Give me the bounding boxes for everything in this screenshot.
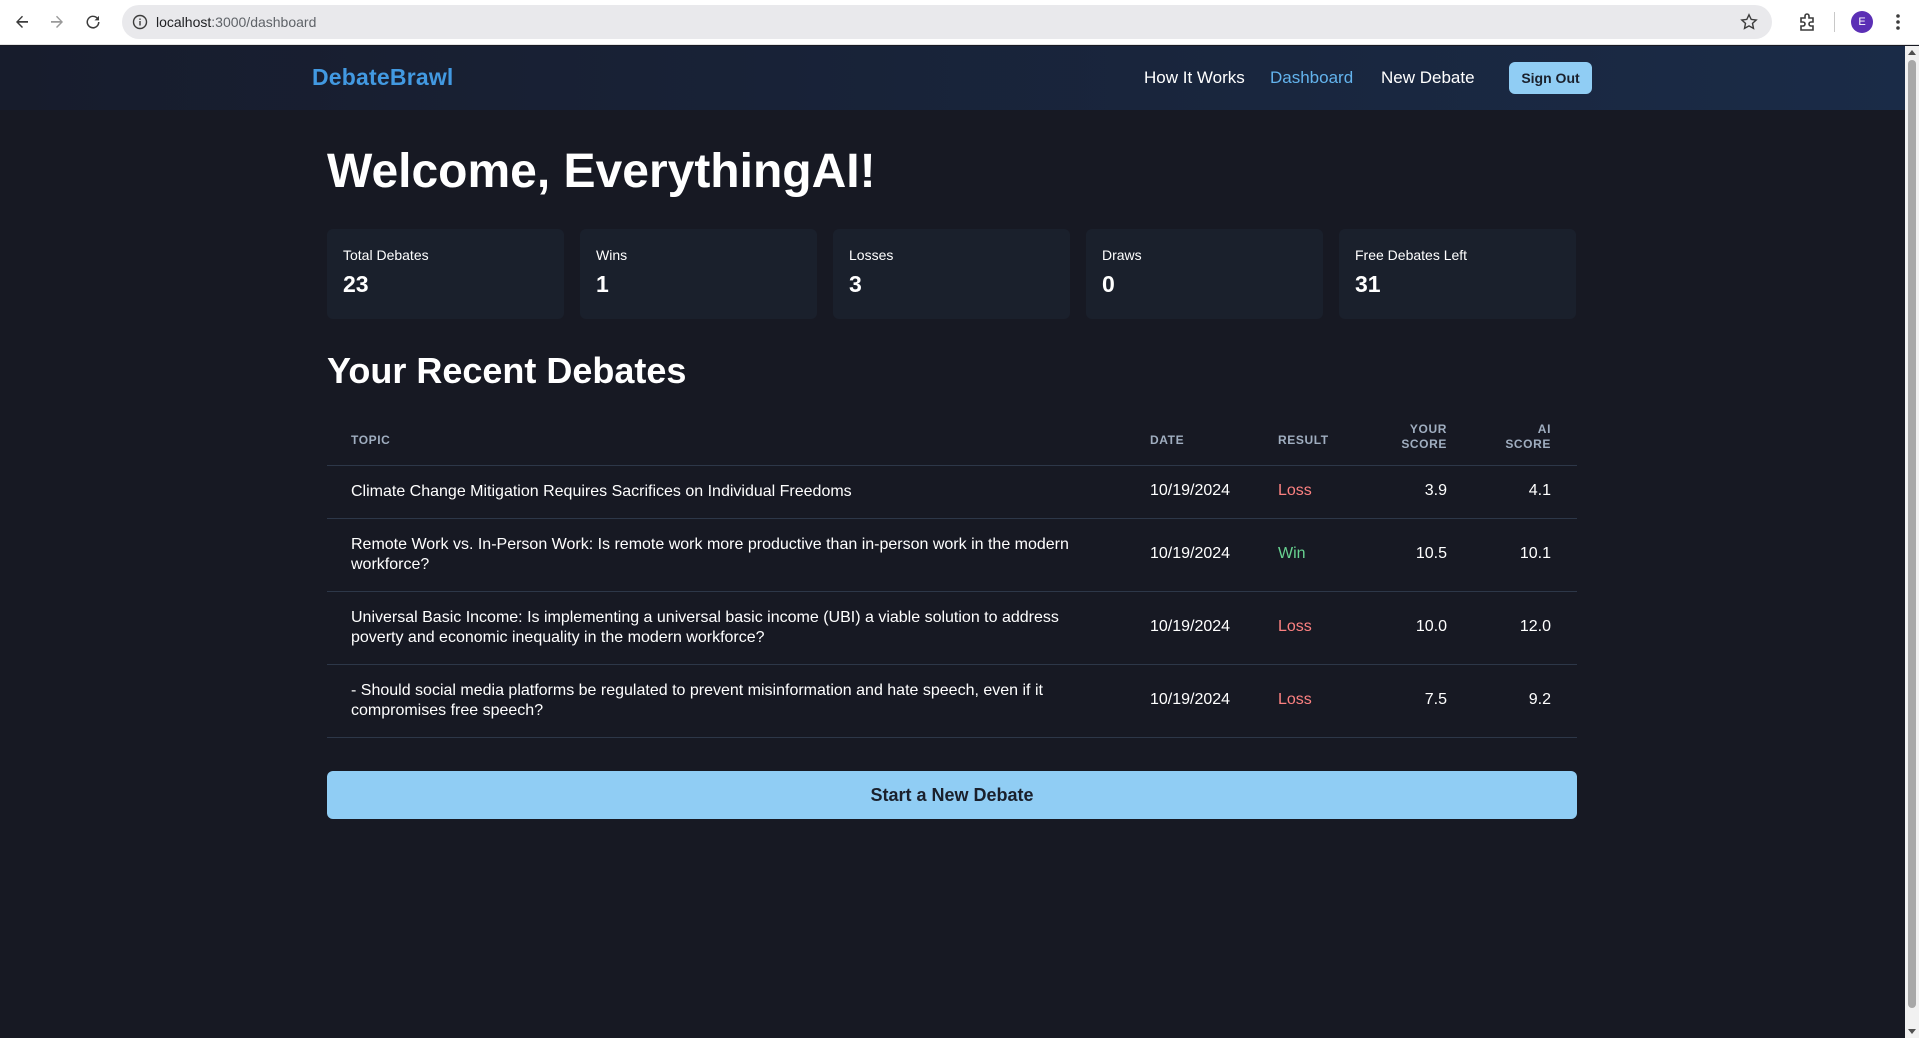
row-result: Loss <box>1278 482 1312 499</box>
header-your-score: Your Score <box>1387 422 1447 452</box>
row-result: Loss <box>1278 691 1312 708</box>
row-date: 10/19/2024 <box>1150 545 1231 562</box>
stat-card-wins: Wins 1 <box>580 229 817 319</box>
table-row[interactable]: - Should social media platforms be regul… <box>327 665 1577 738</box>
nav-dashboard[interactable]: Dashboard <box>1270 68 1353 88</box>
recent-debates-table: Topic Date Result Your Score AI Score Cl… <box>327 414 1577 738</box>
row-ai-score: 12.0 <box>1519 618 1551 635</box>
url-text: localhost:3000/dashboard <box>156 14 316 30</box>
back-arrow-icon[interactable] <box>10 10 34 34</box>
more-menu-icon[interactable] <box>1890 11 1906 33</box>
nav-how-it-works[interactable]: How It Works <box>1144 68 1245 88</box>
stat-card-total-debates: Total Debates 23 <box>327 229 564 319</box>
row-date: 10/19/2024 <box>1150 618 1231 635</box>
scroll-thumb[interactable] <box>1908 60 1916 1008</box>
table-row[interactable]: Remote Work vs. In-Person Work: Is remot… <box>327 519 1577 592</box>
row-ai-score: 9.2 <box>1528 691 1551 708</box>
stat-label: Draws <box>1102 247 1142 263</box>
header-ai-score-line2: Score <box>1505 437 1551 451</box>
header-your-score-line2: Score <box>1401 437 1447 451</box>
browser-toolbar: localhost:3000/dashboard E <box>0 0 1919 45</box>
app-header: DebateBrawl How It Works Dashboard New D… <box>0 46 1905 110</box>
header-ai-score-line1: AI <box>1537 422 1551 436</box>
header-date: Date <box>1150 433 1185 447</box>
header-result: Result <box>1278 433 1329 447</box>
stat-value: 1 <box>596 271 609 297</box>
url-host: localhost <box>156 14 212 30</box>
table-row[interactable]: Climate Change Mitigation Requires Sacri… <box>327 466 1577 519</box>
row-your-score: 10.0 <box>1415 618 1447 635</box>
stat-card-losses: Losses 3 <box>833 229 1070 319</box>
stat-label: Losses <box>849 247 894 263</box>
row-result: Win <box>1278 545 1306 562</box>
recent-debates-title: Your Recent Debates <box>327 350 687 391</box>
toolbar-divider <box>1834 12 1835 32</box>
stat-value: 3 <box>849 271 862 297</box>
stat-label: Wins <box>596 247 628 263</box>
stat-label: Total Debates <box>343 247 429 263</box>
row-date: 10/19/2024 <box>1150 691 1231 708</box>
stat-value: 31 <box>1355 271 1381 297</box>
stat-card-draws: Draws 0 <box>1086 229 1323 319</box>
stat-value: 23 <box>343 271 369 297</box>
page-scrollbar[interactable] <box>1905 46 1919 1038</box>
stat-label: Free Debates Left <box>1355 247 1468 263</box>
site-info-icon[interactable] <box>132 14 148 30</box>
row-your-score: 3.9 <box>1424 482 1447 499</box>
header-topic: Topic <box>351 433 391 447</box>
row-date: 10/19/2024 <box>1150 482 1231 499</box>
brand-logo[interactable]: DebateBrawl <box>312 64 454 91</box>
scroll-down-arrow-icon[interactable] <box>1908 1029 1916 1034</box>
row-ai-score: 4.1 <box>1528 482 1551 499</box>
forward-arrow-icon[interactable] <box>45 10 69 34</box>
address-bar[interactable]: localhost:3000/dashboard <box>122 5 1772 39</box>
page-title: Welcome, EverythingAI! <box>327 145 876 198</box>
row-topic[interactable]: Remote Work vs. In-Person Work: Is remot… <box>351 535 1091 575</box>
reload-icon[interactable] <box>81 10 105 34</box>
table-row[interactable]: Universal Basic Income: Is implementing … <box>327 592 1577 665</box>
stats-row: Total Debates 23 Wins 1 Losses 3 Draws 0… <box>327 229 1577 319</box>
nav-new-debate[interactable]: New Debate <box>1381 68 1475 88</box>
stat-value: 0 <box>1102 271 1115 297</box>
profile-avatar[interactable]: E <box>1851 11 1873 33</box>
header-ai-score: AI Score <box>1491 422 1551 452</box>
row-topic[interactable]: - Should social media platforms be regul… <box>351 681 1091 721</box>
row-topic[interactable]: Climate Change Mitigation Requires Sacri… <box>351 482 1091 502</box>
row-topic[interactable]: Universal Basic Income: Is implementing … <box>351 608 1091 648</box>
sign-out-button[interactable]: Sign Out <box>1509 62 1592 94</box>
header-your-score-line1: Your <box>1409 422 1447 436</box>
row-your-score: 7.5 <box>1424 691 1447 708</box>
start-new-debate-button[interactable]: Start a New Debate <box>327 771 1577 819</box>
table-header: Topic Date Result Your Score AI Score <box>327 414 1577 466</box>
row-your-score: 10.5 <box>1415 545 1447 562</box>
scroll-up-arrow-icon[interactable] <box>1908 50 1916 55</box>
extensions-puzzle-icon[interactable] <box>1797 11 1819 33</box>
url-path: :3000/dashboard <box>211 14 317 30</box>
bookmark-star-icon[interactable] <box>1740 13 1758 31</box>
row-result: Loss <box>1278 618 1312 635</box>
row-ai-score: 10.1 <box>1519 545 1551 562</box>
stat-card-free-debates-left: Free Debates Left 31 <box>1339 229 1576 319</box>
